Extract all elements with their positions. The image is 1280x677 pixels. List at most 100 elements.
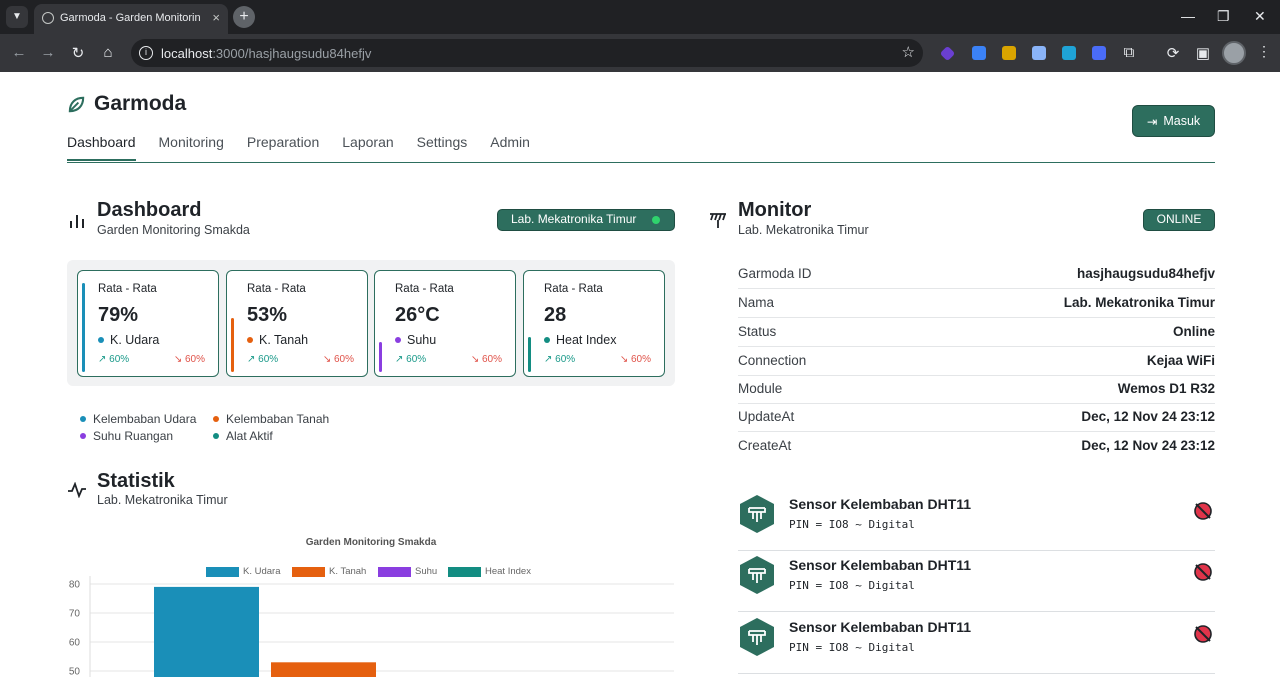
chart-title: Garden Monitoring Smakda — [305, 537, 437, 548]
minimize-icon[interactable]: — — [1181, 8, 1195, 24]
card-level-bar — [82, 283, 85, 372]
nav-dashboard[interactable]: Dashboard — [67, 134, 136, 161]
extension-icon[interactable] — [972, 46, 986, 60]
disable-icon[interactable] — [1193, 562, 1213, 582]
sensor-name: Sensor Kelembaban DHT11 — [789, 557, 972, 573]
close-tab-icon[interactable]: × — [212, 10, 220, 25]
bookmark-star-icon[interactable]: ☆ — [902, 43, 915, 61]
tab-search-button[interactable]: ▼ — [6, 6, 28, 28]
bar-chart: 80 70 60 50 — [69, 576, 674, 677]
extension-icon[interactable] — [1092, 46, 1106, 60]
window-close-icon[interactable]: ✕ — [1254, 8, 1266, 25]
disable-icon[interactable] — [1193, 624, 1213, 644]
menu-kebab-icon[interactable]: ⋮ — [1257, 43, 1271, 60]
dashboard-title: Dashboard — [97, 199, 202, 221]
card-suhu: Rata - Rata 26°C Suhu ↗ 60% ↘ 60% — [374, 270, 516, 377]
dashboard-subtitle: Garden Monitoring Smakda — [97, 223, 250, 237]
extension-icon[interactable] — [1002, 46, 1016, 60]
card-value: 79% — [98, 304, 139, 326]
bar-chart-icon — [70, 215, 84, 228]
card-value: 26°C — [395, 304, 440, 326]
nav-admin[interactable]: Admin — [490, 134, 530, 161]
bar-k-udara[interactable] — [154, 586, 259, 677]
nav-laporan[interactable]: Laporan — [342, 134, 393, 161]
profile-avatar[interactable] — [1222, 41, 1246, 65]
back-icon[interactable]: ← — [10, 44, 28, 61]
summary-cards: Rata - Rata 79% K. Udara ↗ 60% ↘ 60% Rat… — [67, 260, 675, 386]
address-bar[interactable]: i localhost:3000/hasjhaugsudu84hefjv ☆ — [131, 39, 923, 67]
extension-icon[interactable] — [1062, 46, 1076, 60]
sensor-pin: PIN = IO8 ~ Digital — [789, 518, 915, 531]
info-row-module: Module Wemos D1 R32 — [738, 375, 1215, 404]
bar-k-tanah[interactable] — [271, 662, 376, 677]
info-row-nama: Nama Lab. Mekatronika Timur — [738, 289, 1215, 318]
nav-preparation[interactable]: Preparation — [247, 134, 319, 161]
tab-title: Garmoda - Garden Monitoring S — [60, 12, 200, 24]
nav-monitoring[interactable]: Monitoring — [159, 134, 224, 161]
metric-dot — [544, 337, 550, 343]
card-metric: Heat Index — [544, 333, 616, 347]
card-metric: K. Tanah — [247, 333, 308, 347]
activity-icon — [68, 482, 86, 498]
trend-up: ↗ 60% — [98, 354, 130, 365]
trend-down: ↘ 60% — [322, 354, 354, 365]
restore-icon[interactable]: ❐ — [1217, 8, 1230, 25]
brand-name: Garmoda — [94, 92, 187, 115]
home-icon[interactable]: ⌂ — [99, 44, 117, 61]
login-icon: ⇥ — [1146, 114, 1158, 129]
legend-item: Kelembaban Tanah — [213, 412, 329, 426]
card-label: Rata - Rata — [247, 283, 306, 295]
browser-tab-bar: ▼ Garmoda - Garden Monitoring S × + — ❐ … — [0, 0, 1280, 34]
sensor-icon — [740, 495, 774, 533]
brand[interactable]: Garmoda — [67, 92, 186, 116]
browser-tab[interactable]: Garmoda - Garden Monitoring S × — [34, 4, 228, 34]
card-level-bar — [231, 318, 234, 372]
login-button[interactable]: ⇥ Masuk — [1132, 105, 1215, 137]
monitor-title: Monitor — [738, 199, 812, 221]
status-dot — [652, 216, 660, 224]
trend-up: ↗ 60% — [395, 354, 427, 365]
trend-down: ↘ 60% — [173, 354, 205, 365]
performance-icon[interactable]: ⟳ — [1164, 44, 1182, 62]
sensor-name: Sensor Kelembaban DHT11 — [789, 496, 972, 512]
extensions-puzzle-icon[interactable]: ⧉ — [1120, 44, 1138, 61]
globe-icon — [42, 12, 54, 24]
location-badge[interactable]: Lab. Mekatronika Timur — [497, 209, 675, 231]
browser-toolbar: ← → ↻ ⌂ i localhost:3000/hasjhaugsudu84h… — [0, 34, 1280, 72]
location-label: Lab. Mekatronika Timur — [511, 212, 637, 226]
metric-dot — [247, 337, 253, 343]
card-label: Rata - Rata — [395, 283, 454, 295]
card-k-tanah: Rata - Rata 53% K. Tanah ↗ 60% ↘ 60% — [226, 270, 368, 377]
info-row-updateat: UpdateAt Dec, 12 Nov 24 23:12 — [738, 403, 1215, 432]
info-row-garmoda-id: Garmoda ID hasjhaugsudu84hefjv — [738, 260, 1215, 289]
site-info-icon[interactable]: i — [139, 46, 153, 60]
card-metric: Suhu — [395, 333, 436, 347]
card-level-bar — [528, 337, 531, 372]
status-badge: ONLINE — [1143, 209, 1215, 231]
sensor-pin: PIN = IO8 ~ Digital — [789, 579, 915, 592]
side-panel-icon[interactable]: ▣ — [1194, 44, 1212, 62]
card-label: Rata - Rata — [544, 283, 603, 295]
sensor-item: Sensor Kelembaban DHT11 PIN = IO8 ~ Digi… — [738, 551, 1215, 612]
trend-down: ↘ 60% — [470, 354, 502, 365]
sensor-item: Sensor Kelembaban DHT11 PIN = IO8 ~ Digi… — [738, 490, 1215, 551]
statistik-subtitle: Lab. Mekatronika Timur — [97, 493, 228, 507]
info-row-createat: CreateAt Dec, 12 Nov 24 23:12 — [738, 438, 1215, 453]
main-nav: Dashboard Monitoring Preparation Laporan… — [67, 134, 530, 161]
extension-icon[interactable] — [939, 45, 956, 62]
monitor-subtitle: Lab. Mekatronika Timur — [738, 223, 869, 237]
y-tick-label: 60 — [69, 638, 81, 649]
card-level-bar — [379, 342, 382, 372]
nav-divider — [67, 162, 1215, 163]
y-tick-label: 50 — [69, 667, 81, 677]
extension-icon[interactable] — [1032, 46, 1046, 60]
reload-icon[interactable]: ↻ — [69, 44, 87, 62]
sensor-pin: PIN = IO8 ~ Digital — [789, 641, 915, 654]
card-heat-index: Rata - Rata 28 Heat Index ↗ 60% ↘ 60% — [523, 270, 665, 377]
nav-settings[interactable]: Settings — [417, 134, 468, 161]
leaf-icon — [68, 96, 85, 112]
forward-icon[interactable]: → — [39, 44, 57, 61]
sensor-icon — [740, 618, 774, 656]
new-tab-button[interactable]: + — [233, 6, 255, 28]
disable-icon[interactable] — [1193, 501, 1213, 521]
